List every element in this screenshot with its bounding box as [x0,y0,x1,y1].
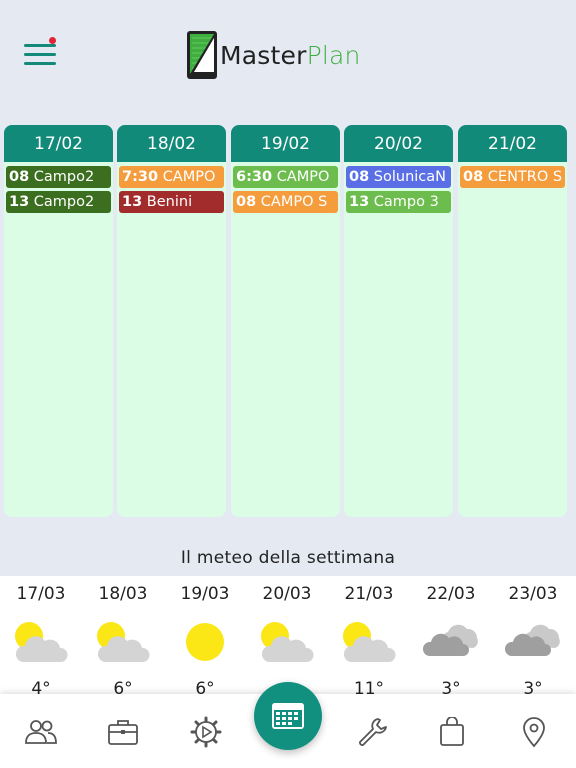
calendar-icon [272,703,304,729]
calendar-event[interactable]: 13 Campo 3 [346,191,451,213]
calendar-event[interactable]: 08 SolunicaN [346,166,451,188]
weather-date: 17/03 [16,584,66,604]
weather-date: 21/03 [344,584,394,604]
menu-icon [24,44,56,47]
cloudy-icon [422,620,479,668]
notification-dot [49,37,56,44]
briefcase-icon [108,720,138,745]
nav-wrench-button[interactable] [354,714,390,750]
location-pin-icon [523,717,545,748]
wrench-icon [359,718,387,746]
calendar-event[interactable]: 08 CENTRO S [460,166,565,188]
event-title: Benini [146,194,193,210]
calendar-event[interactable]: 13 Benini [119,191,224,213]
event-time: 08 [349,169,370,185]
event-time: 13 [122,194,143,210]
weather-date: 20/03 [262,584,312,604]
calendar-event[interactable]: 6:30 CAMPO [233,166,338,188]
day-column[interactable]: 17/02 08 Campo2 13 Campo2 [4,125,113,517]
calendar-event[interactable]: 7:30 CAMPO [119,166,224,188]
day-header: 19/02 [231,125,340,162]
event-time: 13 [349,194,370,210]
weather-date: 22/03 [426,584,476,604]
day-column[interactable]: 19/02 6:30 CAMPO 08 CAMPO S [231,125,340,517]
weather-day: 22/03 3° [410,576,492,699]
weather-title: Il meteo della settimana [180,548,396,568]
cloudy-icon [504,620,561,668]
calendar-event[interactable]: 13 Campo2 [6,191,111,213]
day-column[interactable]: 21/02 08 CENTRO S [458,125,567,517]
event-time: 08 [463,169,484,185]
day-column[interactable]: 18/02 7:30 CAMPO 13 Benini [117,125,226,517]
partly-cloudy-icon [13,620,69,670]
weather-day: 17/03 4° [0,576,82,699]
weather-date: 18/03 [98,584,148,604]
shopping-bag-icon [440,717,464,746]
weather-day: 19/03 6° [164,576,246,699]
nav-briefcase-button[interactable] [105,714,141,750]
event-title: CAMPO S [260,194,328,210]
day-header: 18/02 [117,125,226,162]
event-time: 08 [9,169,30,185]
sun-icon [183,620,227,668]
event-time: 7:30 [122,169,159,185]
weather-strip: 17/03 4° 18/03 6° 19/03 6° 20/03 21/03 11° 22/03 3… [0,576,576,699]
calendar-event[interactable]: 08 CAMPO S [233,191,338,213]
calendar-event[interactable]: 08 Campo2 [6,166,111,188]
day-header: 20/02 [344,125,453,162]
partly-cloudy-icon [341,620,397,670]
event-time: 08 [236,194,257,210]
nav-people-button[interactable] [23,714,59,750]
weekly-calendar: 17/02 08 Campo2 13 Campo2 18/02 7:30 CAMPO 13… [4,125,572,517]
day-header: 21/02 [458,125,567,162]
event-title: CAMPO [276,169,330,185]
weather-day: 20/03 [246,576,328,696]
weather-date: 19/03 [180,584,230,604]
app-name-main: Master [220,40,307,70]
weather-day: 18/03 6° [82,576,164,699]
app-logo: MasterPlan [186,30,361,80]
app-header: MasterPlan [0,0,576,110]
day-column[interactable]: 20/02 08 SolunicaN 13 Campo 3 [344,125,453,517]
event-title: Campo 3 [373,194,439,210]
nav-location-button[interactable] [516,714,552,750]
nav-gear-button[interactable] [188,714,224,750]
nav-bag-button[interactable] [434,714,470,750]
people-icon [25,720,57,744]
event-time: 13 [9,194,30,210]
weather-date: 23/03 [508,584,558,604]
event-title: CAMPO [162,169,216,185]
partly-cloudy-icon [95,620,151,670]
weather-day: 21/03 11° [328,576,410,699]
menu-icon-bar [24,62,56,65]
menu-icon-bar [24,53,56,56]
event-title: CENTRO S [487,169,563,185]
event-title: Campo2 [33,169,95,185]
event-time: 6:30 [236,169,273,185]
event-title: Campo2 [33,194,95,210]
weather-day: 23/03 3° [492,576,574,699]
day-header: 17/02 [4,125,113,162]
partly-cloudy-icon [259,620,315,670]
phone-logo-icon [187,31,217,79]
app-name: MasterPlan [220,41,361,70]
gear-play-icon [190,716,222,748]
app-name-accent: Plan [306,40,361,70]
event-title: SolunicaN [373,169,447,185]
calendar-fab-button[interactable] [254,682,322,750]
menu-button[interactable] [22,37,58,70]
